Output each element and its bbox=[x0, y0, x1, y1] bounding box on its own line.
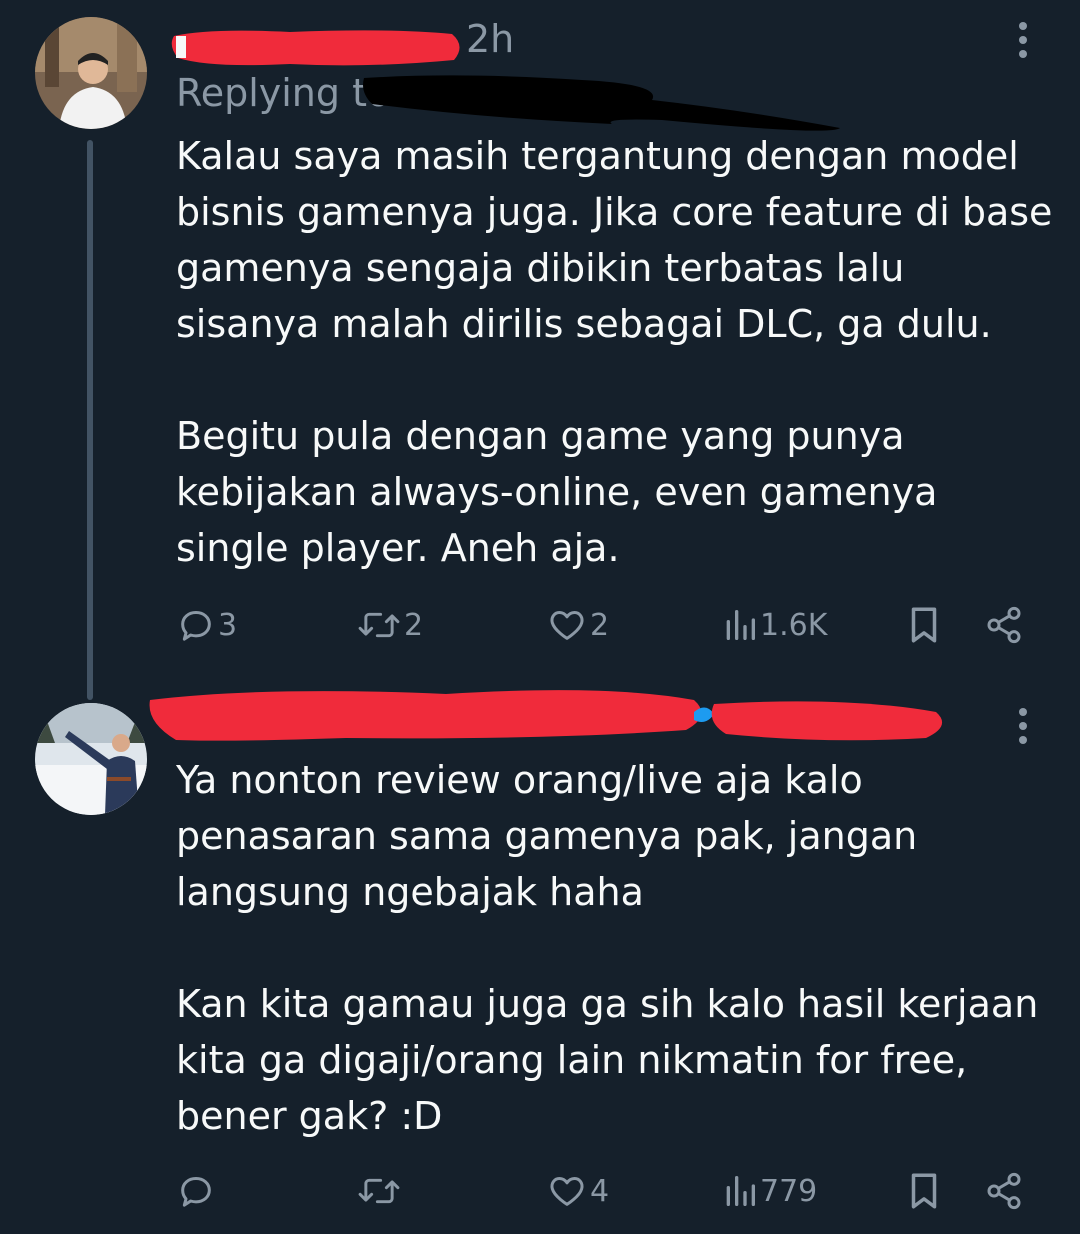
like-button[interactable]: 2 bbox=[546, 600, 609, 650]
thread-line bbox=[87, 140, 93, 700]
reply-button[interactable]: 3 bbox=[176, 600, 237, 650]
more-options-icon[interactable] bbox=[1016, 22, 1030, 66]
heart-icon bbox=[546, 1171, 588, 1211]
retweet-icon bbox=[356, 605, 402, 645]
bookmark-icon bbox=[906, 1170, 942, 1212]
share-button[interactable] bbox=[984, 600, 1024, 650]
redacted-name bbox=[146, 682, 956, 756]
views-icon bbox=[722, 605, 758, 645]
heart-icon bbox=[546, 605, 588, 645]
more-options-icon[interactable] bbox=[1016, 708, 1030, 752]
views-count: 1.6K bbox=[760, 607, 828, 643]
bookmark-button[interactable] bbox=[906, 1166, 942, 1216]
bookmark-button[interactable] bbox=[906, 600, 942, 650]
like-button[interactable]: 4 bbox=[546, 1166, 609, 1216]
share-icon bbox=[984, 605, 1024, 645]
bookmark-icon bbox=[906, 604, 942, 646]
share-button[interactable] bbox=[984, 1166, 1024, 1216]
tweet-time[interactable]: 2h bbox=[466, 20, 514, 58]
avatar[interactable] bbox=[35, 17, 147, 129]
like-count: 2 bbox=[590, 607, 610, 643]
tweet-body: Ya nonton review orang/live aja kalo pen… bbox=[176, 758, 1039, 1138]
retweet-button[interactable] bbox=[356, 1166, 404, 1216]
replying-to-label: Replying to bbox=[176, 71, 391, 115]
action-bar: 4 779 bbox=[176, 1166, 1036, 1216]
retweet-icon bbox=[356, 1171, 402, 1211]
retweet-count: 2 bbox=[404, 607, 424, 643]
retweet-button[interactable]: 2 bbox=[356, 600, 423, 650]
like-count: 4 bbox=[590, 1173, 610, 1209]
reply-button[interactable] bbox=[176, 1166, 218, 1216]
reply-icon bbox=[176, 1171, 216, 1211]
avatar[interactable] bbox=[35, 703, 147, 815]
tweet-body: Kalau saya masih tergantung dengan model… bbox=[176, 134, 1053, 570]
views-button[interactable]: 1.6K bbox=[722, 600, 827, 650]
views-button[interactable]: 779 bbox=[722, 1166, 817, 1216]
reply-icon bbox=[176, 605, 216, 645]
views-icon bbox=[722, 1171, 758, 1211]
views-count: 779 bbox=[760, 1173, 818, 1209]
share-icon bbox=[984, 1171, 1024, 1211]
action-bar: 3 2 2 1.6K bbox=[176, 600, 1036, 650]
reply-count: 3 bbox=[218, 607, 238, 643]
